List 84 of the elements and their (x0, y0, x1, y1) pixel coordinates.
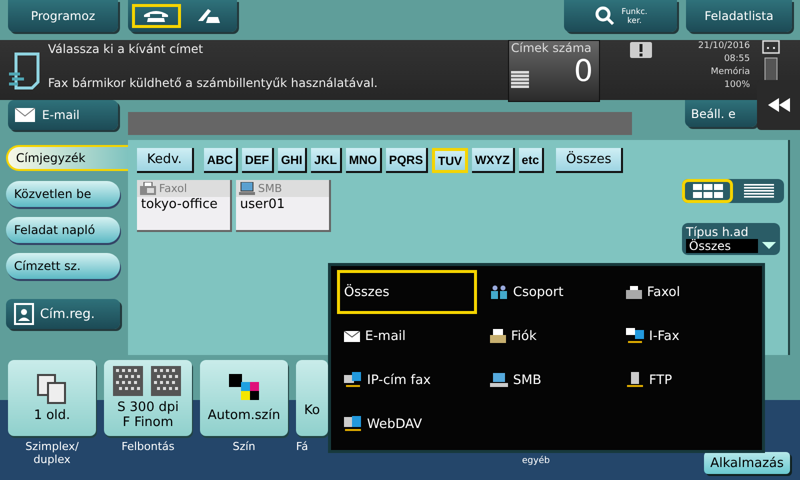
type-menu-item[interactable]: Összes (337, 270, 477, 314)
fax-mode-tab[interactable] (132, 4, 180, 28)
sidebar-tab[interactable]: Közvetlen be (6, 181, 120, 207)
contact-card-icon (14, 303, 34, 325)
fax-icon (140, 182, 156, 195)
index-tab[interactable]: WXYZ (472, 148, 515, 173)
function-label: Szimplex/ duplex (25, 440, 79, 466)
type-menu-item[interactable]: Csoport (483, 270, 613, 314)
warning-icon (630, 42, 652, 58)
envelope-icon (344, 330, 360, 342)
server-icon (626, 372, 644, 388)
laptop-icon (490, 373, 508, 387)
program-button[interactable]: Programoz (8, 0, 118, 32)
type-menu-item[interactable]: Faxol (619, 270, 756, 314)
fax-document-icon (8, 52, 42, 92)
function-tile[interactable]: Ko (296, 360, 328, 436)
address-register-button[interactable]: Cím.reg. (6, 299, 120, 329)
address-card[interactable]: SMB user01 (236, 180, 331, 232)
address-name: user01 (239, 197, 286, 212)
index-tab[interactable]: PQRS (386, 148, 428, 173)
type-menu-item[interactable]: FTP (619, 358, 756, 402)
sidebar-tab[interactable]: Címzett sz. (6, 253, 120, 279)
index-tab[interactable]: ABC (204, 148, 238, 173)
collapse-panel-button[interactable] (757, 80, 800, 130)
memory-label: Memória (710, 66, 750, 79)
envelope-icon (14, 107, 36, 123)
time-text: 08:55 (724, 53, 750, 66)
type-menu-item[interactable]: WebDAV (337, 402, 477, 446)
settings-button[interactable]: Beáll. e (685, 100, 757, 127)
function-tile[interactable]: Autom.szín (200, 360, 288, 436)
grid-view-button[interactable] (682, 179, 733, 203)
index-tab[interactable]: MNO (346, 148, 382, 173)
search-icon (594, 5, 616, 27)
address-type: Faxol (159, 182, 188, 195)
index-tab[interactable]: DEF (242, 148, 274, 173)
sidebar-tab[interactable]: Feladat napló (6, 217, 120, 243)
function-label: Felbontás (121, 440, 175, 453)
job-list-button[interactable]: Feladatlista (686, 0, 792, 32)
fax-icon (626, 286, 642, 298)
type-menu-item[interactable]: E-mail (337, 314, 477, 358)
list-icon (511, 71, 529, 89)
function-tile[interactable]: S 300 dpi F Finom (104, 360, 192, 436)
pages-icon (37, 374, 67, 404)
address-card[interactable]: Faxol tokyo-office (137, 180, 232, 232)
index-tab[interactable]: Összes (556, 148, 624, 173)
function-search-button[interactable]: Funkc. ker. (564, 0, 677, 32)
index-tab[interactable]: Kedv. (137, 148, 194, 173)
type-menu-item[interactable]: Fiók (483, 314, 613, 358)
type-menu-item[interactable]: I-Fax (619, 314, 756, 358)
tray-icon (490, 329, 506, 343)
network-fax-icon (344, 372, 362, 388)
network-server-icon (344, 416, 362, 432)
type-filter-dropdown[interactable]: Típus h.ad Összes (682, 223, 780, 255)
index-tab[interactable]: JKL (311, 148, 342, 173)
function-label: egyéb (522, 456, 550, 466)
people-icon (490, 285, 508, 299)
checkerboard-icon (113, 366, 183, 396)
index-tab[interactable]: etc (518, 148, 544, 173)
dropdown-arrow-icon (762, 242, 776, 250)
function-label: Szín (232, 440, 256, 453)
rewind-icon (768, 98, 790, 112)
list-icon (744, 184, 774, 198)
index-tab[interactable]: TUV (432, 148, 468, 173)
email-button[interactable]: E-mail (8, 100, 118, 130)
message-hint: Fax bármikor küldhető a számbillentyűk használatával. (48, 76, 379, 90)
address-count-label: Címek száma (511, 41, 592, 55)
grid-icon (692, 184, 722, 198)
telephone-icon (142, 9, 170, 23)
handset-icon (196, 7, 222, 25)
laptop-icon (239, 182, 255, 195)
sidebar-tab[interactable]: Címjegyzék (6, 145, 128, 171)
index-tab[interactable]: GHI (278, 148, 308, 173)
message-title: Válassza ki a kívánt címet (48, 42, 204, 56)
network-fax-icon (626, 328, 644, 344)
date-text: 21/10/2016 (698, 40, 750, 53)
address-name: tokyo-office (140, 197, 219, 212)
memory-value: 100% (724, 79, 750, 92)
function-label: Fá (296, 440, 308, 453)
apply-button[interactable]: Alkalmazás (704, 452, 790, 474)
type-menu-item[interactable]: IP-cím fax (337, 358, 477, 402)
address-count-value: 0 (574, 55, 593, 89)
type-menu-item[interactable]: SMB (483, 358, 613, 402)
function-tile[interactable]: 1 old. (8, 360, 96, 436)
address-type: SMB (258, 182, 282, 195)
